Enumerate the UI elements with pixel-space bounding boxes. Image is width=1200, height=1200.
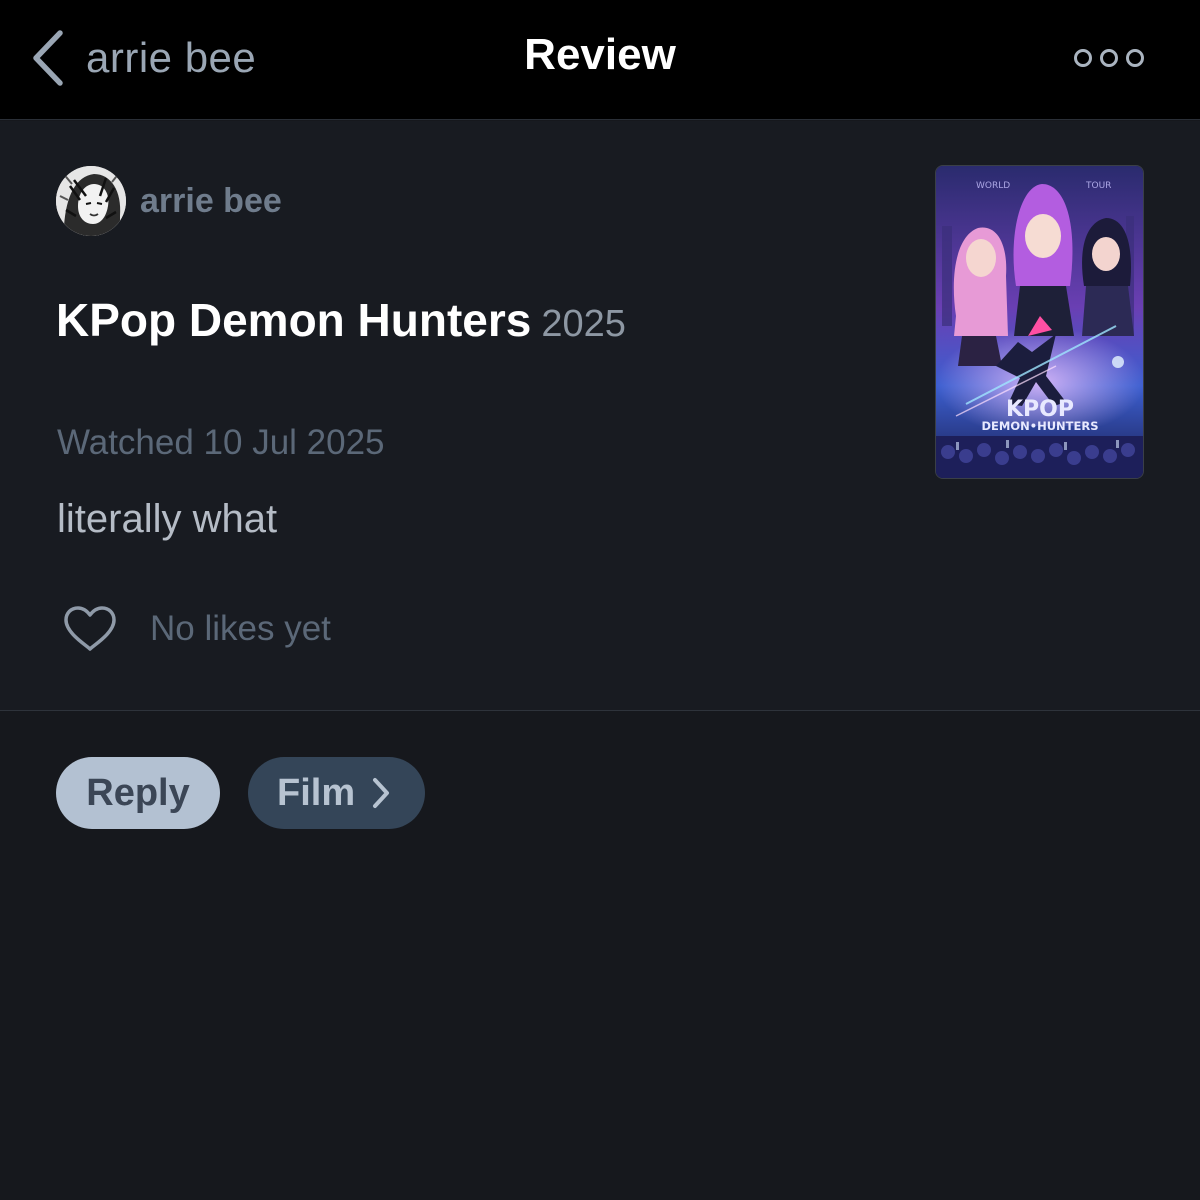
heart-icon[interactable] [62,605,118,653]
page-title: Review [524,30,676,79]
film-heading: KPop Demon Hunters 2025 [56,293,626,347]
ellipsis-icon [1100,49,1118,67]
watched-date: Watched 10 Jul 2025 [57,423,385,462]
poster-banner-right: TOUR [1085,181,1111,191]
review-author[interactable]: arrie bee [56,166,282,236]
navigation-bar: arrie bee Review [0,0,1200,120]
review-body: literally what [57,497,278,541]
author-name[interactable]: arrie bee [140,182,282,221]
film-button[interactable]: Film [248,757,425,829]
film-title[interactable]: KPop Demon Hunters [56,294,531,346]
reply-button[interactable]: Reply [56,757,220,829]
film-year[interactable]: 2025 [541,303,626,345]
film-poster[interactable]: WORLD TOUR KPOP DEMON•HUNTERS [935,165,1144,479]
likes-row: No likes yet [62,605,331,653]
film-button-label: Film [277,771,356,814]
poster-banner-left: WORLD [976,181,1010,191]
poster-title-line2: DEMON•HUNTERS [981,419,1098,433]
more-options-button[interactable] [1074,48,1144,68]
ellipsis-icon [1074,49,1092,67]
avatar[interactable] [56,166,126,236]
likes-count: No likes yet [150,609,331,648]
chevron-right-icon [373,778,390,808]
ellipsis-icon [1126,49,1144,67]
action-buttons: Reply Film [56,757,425,829]
review-card: arrie bee KPop Demon Hunters 2025 Watched… [0,121,1200,711]
